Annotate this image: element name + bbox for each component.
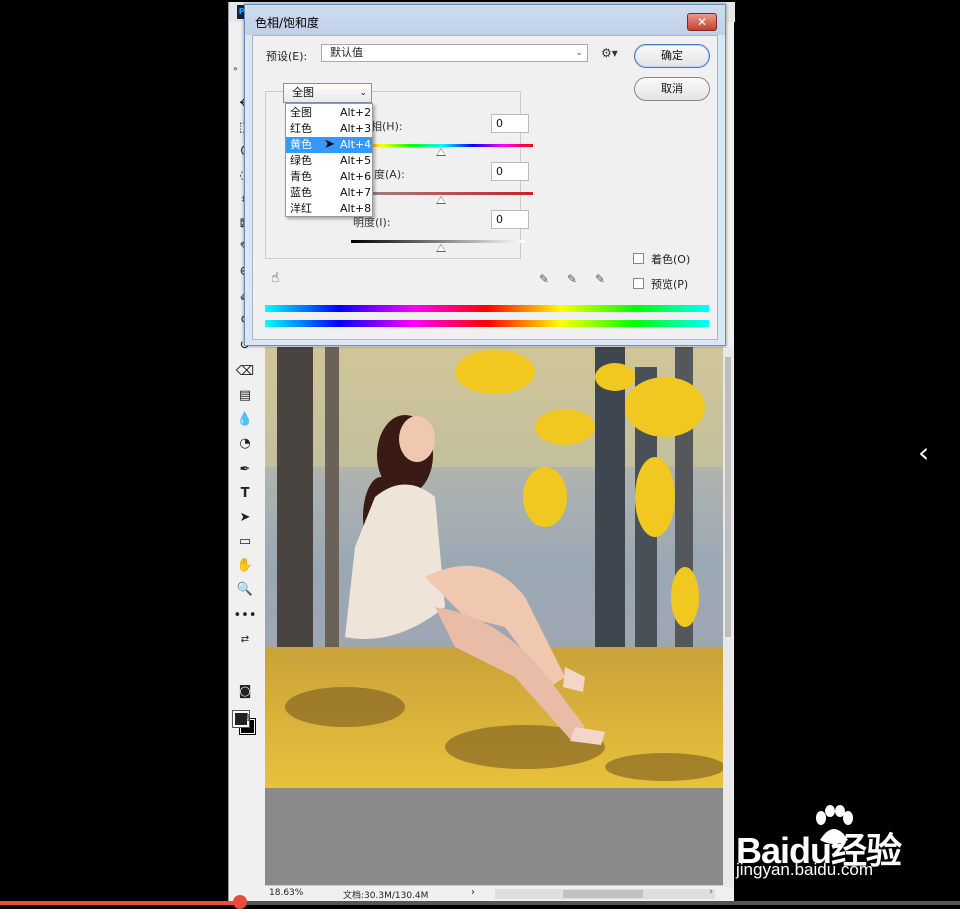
eyedropper-minus-icon[interactable]: ✎ [595, 272, 605, 286]
status-bar: 18.63% 文档:30.3M/130.4M › › [265, 885, 723, 901]
ok-button[interactable]: 确定 [634, 44, 710, 68]
close-button[interactable]: ✕ [687, 13, 717, 31]
menu-item-label: 蓝色 [290, 186, 312, 199]
preview-label: 预览(P) [651, 278, 689, 291]
menu-item-greens[interactable]: 绿色 Alt+5 [286, 153, 372, 169]
menu-item-label: 红色 [290, 122, 312, 135]
zoom-level[interactable]: 18.63% [269, 888, 303, 898]
menu-item-cyans[interactable]: 青色 Alt+6 [286, 169, 372, 185]
hue-label: 相(H): [371, 120, 403, 133]
status-menu-arrow-icon[interactable]: › [471, 887, 475, 898]
type-tool-icon[interactable]: T [234, 482, 256, 504]
hand-tool-icon[interactable]: ✋ [234, 554, 256, 576]
rectangle-tool-icon[interactable]: ▭ [234, 530, 256, 552]
menu-item-reds[interactable]: 红色 Alt+3 [286, 121, 372, 137]
menu-item-shortcut: Alt+2 [340, 106, 372, 119]
eyedropper-plus-icon[interactable]: ✎ [567, 272, 577, 286]
path-select-tool-icon[interactable]: ➤ [234, 506, 256, 528]
scroll-right-icon[interactable]: › [709, 887, 713, 897]
quick-mask-icon[interactable]: ◙ [234, 680, 256, 702]
horizontal-scrollbar[interactable]: › [495, 887, 715, 899]
hue-input[interactable]: 0 [491, 114, 529, 133]
saturation-slider-thumb[interactable] [436, 196, 446, 204]
preset-label: 预设(E): [266, 50, 308, 63]
hue-slider-thumb[interactable] [436, 148, 446, 156]
screen: Ps » ✥ ⬚ ᘓ ◌ ⌗ ⊠ ✎ ⊕ ✐ ⚲ ↺ ⌫ ▤ 💧 ◔ ✒ T ➤… [0, 0, 960, 909]
channel-select[interactable]: 全图 ⌄ [283, 83, 372, 103]
menu-item-shortcut: Alt+7 [340, 186, 372, 199]
menu-item-shortcut: Alt+3 [340, 122, 372, 135]
document-size-info: 文档:30.3M/130.4M [343, 891, 429, 901]
chevron-down-icon: ⌄ [575, 48, 583, 58]
eraser-tool-icon[interactable]: ⌫ [234, 360, 256, 382]
menu-item-label: 洋红 [290, 202, 312, 215]
swap-colors-icon[interactable]: ⇄ [234, 628, 256, 650]
hue-slider-track[interactable] [351, 144, 533, 147]
targeted-adjustment-hand-icon[interactable]: ☝ [271, 270, 280, 286]
menu-item-all[interactable]: 全图 Alt+2 [286, 105, 372, 121]
menu-item-shortcut: Alt+4 [340, 138, 372, 151]
lightness-input[interactable]: 0 [491, 210, 529, 229]
eyedropper-icon[interactable]: ✎ [539, 272, 549, 286]
screen-mode-icon[interactable]: ⧉ [234, 706, 256, 728]
preset-select[interactable]: 默认值 ⌄ [321, 44, 588, 62]
cancel-button[interactable]: 取消 [634, 77, 710, 101]
colorize-label: 着色(O) [651, 253, 691, 266]
preset-value: 默认值 [330, 46, 363, 59]
dodge-tool-icon[interactable]: ◔ [234, 432, 256, 454]
document-canvas[interactable] [265, 347, 723, 887]
document-photo [265, 347, 723, 788]
more-tools-icon[interactable]: ••• [234, 604, 257, 626]
menu-item-shortcut: Alt+6 [340, 170, 372, 183]
menu-item-label: 青色 [290, 170, 312, 183]
video-progress-fill [0, 901, 240, 905]
output-color-spectrum [265, 320, 709, 327]
chevron-down-icon: ⌄ [359, 88, 367, 98]
blur-tool-icon[interactable]: 💧 [234, 408, 256, 430]
watermark-url: jingyan.baidu.com [736, 860, 874, 879]
saturation-slider-track[interactable] [351, 192, 533, 195]
lightness-slider-track[interactable] [351, 240, 525, 243]
menu-item-blues[interactable]: 蓝色 Alt+7 [286, 185, 372, 201]
menu-item-label: 全图 [290, 106, 312, 119]
collapse-toolbar-button[interactable]: » [233, 64, 238, 73]
hue-saturation-dialog: 色相/饱和度 ✕ 预设(E): 默认值 ⌄ ⚙▾ 确定 取消 相(H): 0 和… [244, 4, 726, 346]
menu-item-magentas[interactable]: 洋红 Alt+8 [286, 201, 372, 217]
baidu-jingyan-watermark: Baidu经验 jingyan.baidu.com [736, 802, 960, 882]
video-progress-knob[interactable] [233, 895, 247, 909]
channel-value: 全图 [292, 86, 314, 99]
colorize-checkbox[interactable] [633, 253, 644, 264]
channel-dropdown-menu: 全图 Alt+2 红色 Alt+3 黄色 Alt+4 绿色 Alt+5 青色 A… [285, 103, 373, 217]
video-progress-bar[interactable] [0, 895, 960, 909]
horizontal-scrollbar-thumb[interactable] [563, 890, 643, 898]
scrollbar-thumb[interactable] [725, 357, 731, 637]
menu-item-label: 绿色 [290, 154, 312, 167]
previous-slide-icon[interactable]: ‹ [918, 436, 929, 469]
menu-item-label: 黄色 [290, 138, 312, 151]
pen-tool-icon[interactable]: ✒ [234, 458, 256, 480]
dialog-titlebar[interactable]: 色相/饱和度 ✕ [245, 5, 725, 35]
menu-item-shortcut: Alt+5 [340, 154, 372, 167]
lightness-slider-thumb[interactable] [436, 244, 446, 252]
dialog-title: 色相/饱和度 [255, 16, 320, 30]
menu-item-shortcut: Alt+8 [340, 202, 372, 215]
saturation-input[interactable]: 0 [491, 162, 529, 181]
zoom-tool-icon[interactable]: 🔍 [234, 578, 256, 600]
preview-checkbox[interactable] [633, 278, 644, 289]
vertical-scrollbar[interactable] [723, 347, 733, 887]
dialog-body: 预设(E): 默认值 ⌄ ⚙▾ 确定 取消 相(H): 0 和度(A): 0 明… [252, 35, 718, 340]
mouse-cursor-icon: ➤ [324, 137, 335, 152]
gear-icon[interactable]: ⚙▾ [601, 46, 618, 60]
input-color-spectrum [265, 305, 709, 312]
gradient-tool-icon[interactable]: ▤ [234, 384, 256, 406]
